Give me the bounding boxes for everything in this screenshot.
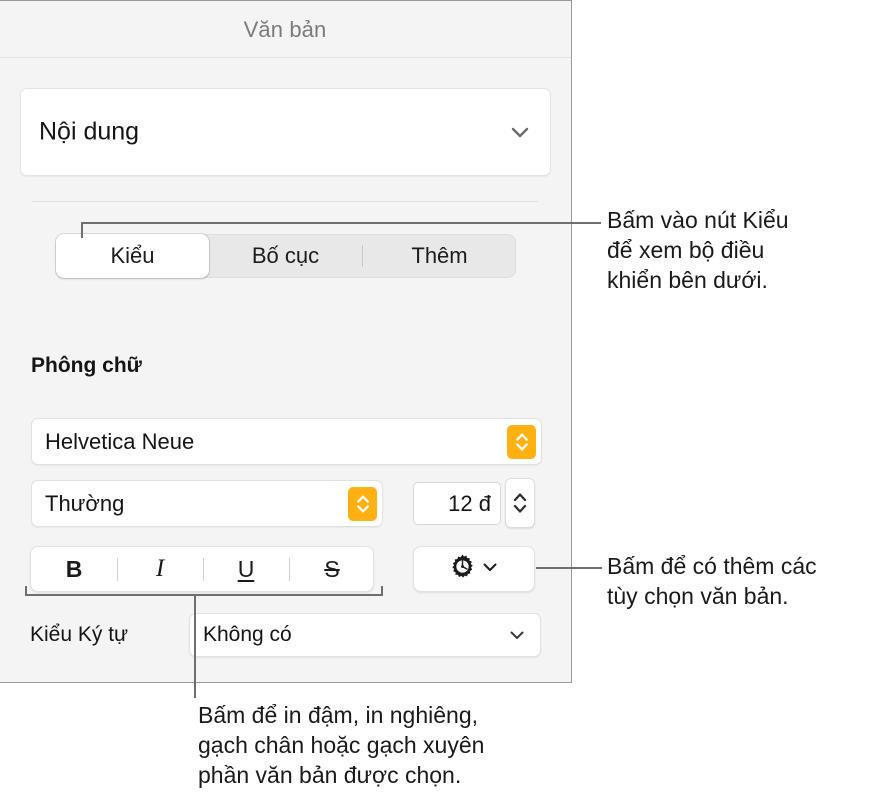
strikethrough-button[interactable]: S [289, 547, 375, 591]
chevron-down-icon [481, 558, 499, 581]
callout-leader-style [81, 222, 601, 224]
up-down-chevrons-icon[interactable] [348, 486, 377, 521]
tab-style[interactable]: Kiểu [56, 234, 209, 278]
font-size-input[interactable]: 12 đ [413, 482, 501, 525]
up-down-chevrons-icon [513, 493, 527, 513]
text-inspector-panel: Văn bản Nội dung Kiểu Bố cục Thêm Phông … [0, 0, 572, 683]
page-title: Văn bản [0, 1, 571, 58]
paragraph-style-popup[interactable]: Nội dung [20, 88, 551, 176]
callout-leader-text-options [536, 567, 602, 569]
gear-icon [449, 553, 476, 585]
bold-button[interactable]: B [31, 547, 117, 591]
chevron-down-icon [508, 626, 526, 644]
callout-bracket-tick-left [25, 586, 27, 596]
callout-bracket-format [25, 594, 383, 596]
italic-button[interactable]: I [117, 547, 203, 591]
callout-format-buttons: Bấm để in đậm, in nghiêng, gạch chân hoặ… [198, 702, 485, 788]
character-style-popup[interactable]: Không có [189, 613, 541, 657]
underline-button[interactable]: U [203, 547, 289, 591]
callout-text-options: Bấm để có thêm các tùy chọn văn bản. [607, 553, 817, 609]
font-size-stepper[interactable] [505, 478, 535, 528]
character-style-value: Không có [203, 623, 292, 646]
font-style-value: Thường [45, 490, 125, 516]
up-down-chevrons-icon[interactable] [507, 424, 536, 459]
font-family-popup[interactable]: Helvetica Neue [31, 418, 542, 465]
callout-style-button: Bấm vào nút Kiểu để xem bộ điều khiển bê… [607, 207, 789, 293]
font-style-popup[interactable]: Thường [31, 480, 383, 527]
callout-leader-style-stem [81, 222, 83, 238]
inspector-tab-group: Kiểu Bố cục Thêm [56, 234, 516, 278]
chevron-down-icon [509, 121, 531, 143]
text-options-button[interactable] [413, 546, 535, 592]
paragraph-style-value: Nội dung [39, 117, 140, 146]
callout-bracket-stem [194, 594, 196, 698]
font-family-value: Helvetica Neue [45, 428, 195, 454]
callout-bracket-tick-right [381, 586, 383, 596]
tab-layout[interactable]: Bố cục [209, 234, 362, 278]
tab-more[interactable]: Thêm [363, 234, 516, 278]
font-size-value: 12 đ [448, 490, 491, 516]
character-style-label: Kiểu Ký tự [30, 623, 129, 646]
text-format-button-group: B I U S [30, 546, 374, 592]
section-divider [32, 201, 538, 202]
font-section-heading: Phông chữ [31, 354, 142, 377]
